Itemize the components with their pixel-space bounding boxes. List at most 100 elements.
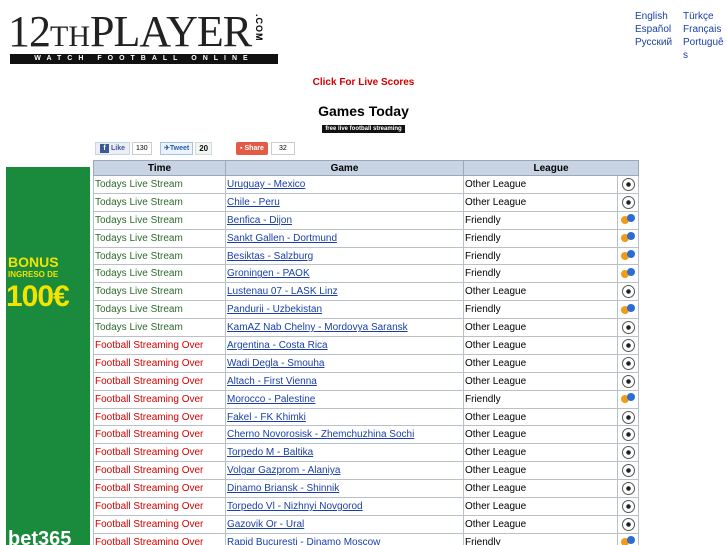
logo-wordmark: 12THPLAYER bbox=[8, 7, 252, 56]
language-link-english[interactable]: English bbox=[635, 10, 668, 23]
stream-status: Todays Live Stream bbox=[93, 175, 226, 194]
league-icon-cell bbox=[616, 282, 640, 302]
game-link[interactable]: Torpedo M - Baltika bbox=[227, 447, 313, 458]
stream-status: Football Streaming Over bbox=[93, 336, 226, 355]
stream-status: Football Streaming Over bbox=[93, 497, 226, 516]
language-link-espanol[interactable]: Español bbox=[635, 23, 671, 36]
game-cell: Uruguay - Mexico bbox=[225, 175, 464, 194]
live-scores-link[interactable]: Click For Live Scores bbox=[0, 77, 727, 88]
league-cell: Friendly bbox=[463, 264, 618, 284]
game-link[interactable]: Dinamo Briansk - Shinnik bbox=[227, 483, 339, 494]
site-logo[interactable]: 12THPLAYER .COM WATCH FOOTBALL ONLINE bbox=[8, 10, 280, 66]
stream-status: Todays Live Stream bbox=[93, 282, 226, 302]
league-cell: Other League bbox=[463, 514, 618, 534]
share-count: 32 bbox=[270, 142, 295, 155]
like-count: 130 bbox=[132, 142, 152, 155]
league-icon-cell bbox=[616, 389, 640, 409]
league-cell: Other League bbox=[463, 443, 618, 463]
facebook-icon: f bbox=[100, 144, 109, 153]
language-link-russian[interactable]: Русский bbox=[635, 36, 672, 49]
game-cell: Dinamo Briansk - Shinnik bbox=[225, 479, 464, 499]
league-icon-cell bbox=[616, 336, 640, 355]
league-icon-cell bbox=[616, 479, 640, 499]
logo-domain: .COM bbox=[254, 14, 264, 42]
league-icon-cell bbox=[616, 192, 640, 212]
game-link[interactable]: Chile - Peru bbox=[227, 197, 280, 208]
table-row: Football Streaming Over Wadi Degla - Smou… bbox=[93, 353, 640, 373]
table-row: Todays Live Stream Sankt Gallen - Dortmun… bbox=[93, 228, 640, 248]
share-label: Share bbox=[244, 145, 264, 152]
column-header-time: Time bbox=[93, 160, 226, 176]
game-link[interactable]: Uruguay - Mexico bbox=[227, 179, 305, 190]
stream-status: Football Streaming Over bbox=[93, 353, 226, 373]
game-link[interactable]: Argentina - Costa Rica bbox=[227, 340, 328, 351]
subtitle-badge: free live football streaming bbox=[322, 125, 405, 133]
game-cell: KamAZ Nab Chelny - Mordovya Saransk bbox=[225, 318, 464, 338]
game-link[interactable]: Pandurii - Uzbekistan bbox=[227, 304, 322, 315]
column-header-game: Game bbox=[225, 160, 464, 176]
soccer-ball-icon bbox=[621, 338, 635, 352]
game-cell: Gazovik Or - Ural bbox=[225, 514, 464, 534]
game-cell: Altach - First Vienna bbox=[225, 371, 464, 391]
game-link[interactable]: Wadi Degla - Smouha bbox=[227, 358, 324, 369]
soccer-ball-icon bbox=[621, 499, 635, 513]
stream-status: Football Streaming Over bbox=[93, 425, 226, 445]
game-cell: Morocco - Palestine bbox=[225, 389, 464, 409]
table-row: Football Streaming Over Argentina - Costa… bbox=[93, 336, 640, 355]
league-icon-cell bbox=[616, 371, 640, 391]
table-row: Football Streaming Over Gazovik Or - Ural… bbox=[93, 514, 640, 534]
table-row: Todays Live Stream Besiktas - Salzburg Fri… bbox=[93, 246, 640, 266]
banner-bonus-text: BONUS bbox=[8, 254, 59, 270]
friendly-icon bbox=[621, 232, 635, 244]
league-cell: Friendly bbox=[463, 389, 618, 409]
banner-ingreso-text: INGRESO DE bbox=[8, 270, 59, 279]
league-icon-cell bbox=[616, 407, 640, 427]
league-cell: Other League bbox=[463, 479, 618, 499]
league-cell: Other League bbox=[463, 192, 618, 212]
soccer-ball-icon bbox=[621, 446, 635, 460]
stream-status: Todays Live Stream bbox=[93, 192, 226, 212]
game-link[interactable]: Volgar Gazprom - Alaniya bbox=[227, 465, 340, 476]
league-cell: Friendly bbox=[463, 532, 618, 545]
league-icon-cell bbox=[616, 461, 640, 481]
language-link-turkce[interactable]: Türkçe bbox=[683, 10, 714, 23]
game-link[interactable]: Benfica - Dijon bbox=[227, 215, 292, 226]
language-link-francais[interactable]: Français bbox=[683, 23, 721, 36]
game-link[interactable]: Sankt Gallen - Dortmund bbox=[227, 233, 337, 244]
game-link[interactable]: Rapid Bucuresti - Dinamo Moscow bbox=[227, 537, 380, 545]
game-link[interactable]: Torpedo Vl - Nizhnyi Novgorod bbox=[227, 501, 363, 512]
friendly-icon bbox=[621, 214, 635, 226]
game-link[interactable]: Altach - First Vienna bbox=[227, 376, 317, 387]
game-link[interactable]: Besiktas - Salzburg bbox=[227, 251, 313, 262]
game-link[interactable]: Cherno Novorosisk - Zhemchuzhina Sochi bbox=[227, 429, 414, 440]
stream-status: Football Streaming Over bbox=[93, 514, 226, 534]
language-link-portugues[interactable]: Português bbox=[683, 36, 727, 62]
bonus-ad-banner[interactable]: BONUS INGRESO DE 100€ bet365 bbox=[6, 167, 90, 545]
league-cell: Other League bbox=[463, 461, 618, 481]
share-widget: ▪ Share 32 bbox=[236, 142, 295, 156]
league-icon-cell bbox=[616, 443, 640, 463]
stream-status: Football Streaming Over bbox=[93, 532, 226, 545]
banner-amount: 100€ bbox=[6, 280, 70, 313]
league-cell: Other League bbox=[463, 371, 618, 391]
share-button[interactable]: ▪ Share bbox=[236, 142, 268, 155]
game-link[interactable]: Lustenau 07 - LASK Linz bbox=[227, 286, 338, 297]
league-cell: Other League bbox=[463, 497, 618, 516]
tweet-button[interactable]: ✈Tweet bbox=[160, 142, 194, 155]
game-link[interactable]: Gazovik Or - Ural bbox=[227, 519, 304, 530]
league-icon-cell bbox=[616, 532, 640, 545]
page-subtitle: free live football streaming bbox=[0, 122, 727, 133]
game-link[interactable]: Groningen - PAOK bbox=[227, 268, 310, 279]
game-cell: Torpedo M - Baltika bbox=[225, 443, 464, 463]
game-link[interactable]: KamAZ Nab Chelny - Mordovya Saransk bbox=[227, 322, 408, 333]
game-link[interactable]: Fakel - FK Khimki bbox=[227, 412, 306, 423]
facebook-like-button[interactable]: f Like bbox=[95, 142, 131, 155]
table-row: Football Streaming Over Dinamo Briansk - … bbox=[93, 479, 640, 499]
game-cell: Volgar Gazprom - Alaniya bbox=[225, 461, 464, 481]
games-table: Time Game League Todays Live Stream Urugu… bbox=[93, 160, 640, 545]
friendly-icon bbox=[621, 393, 635, 405]
game-link[interactable]: Morocco - Palestine bbox=[227, 394, 315, 405]
logo-tagline: WATCH FOOTBALL ONLINE bbox=[10, 54, 278, 64]
game-cell: Lustenau 07 - LASK Linz bbox=[225, 282, 464, 302]
table-row: Football Streaming Over Rapid Bucuresti -… bbox=[93, 532, 640, 545]
